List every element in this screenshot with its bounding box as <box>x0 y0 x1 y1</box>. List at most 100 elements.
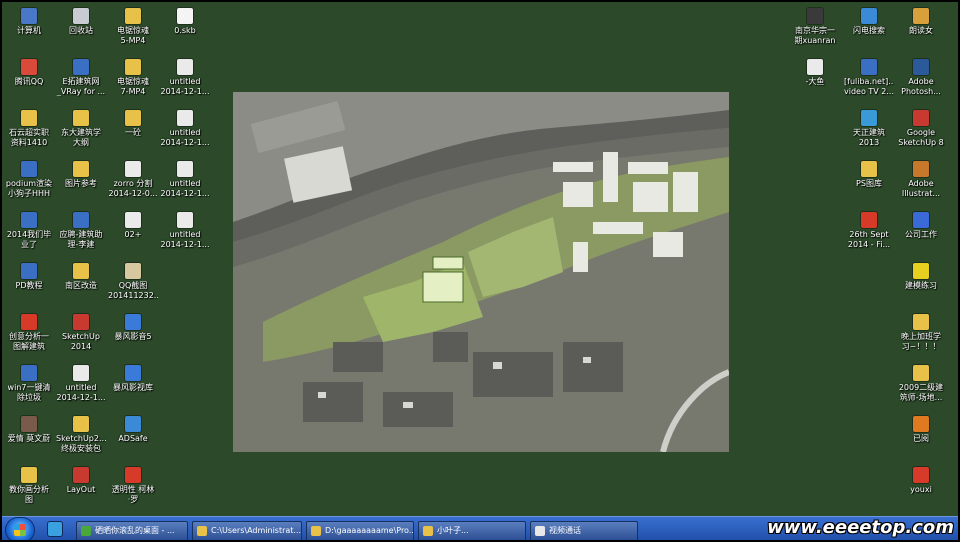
desktop-icon[interactable]: 02+ <box>108 212 158 260</box>
desktop-icon[interactable]: 公司工作 <box>896 212 946 260</box>
desktop-icon[interactable]: 闪电搜索 <box>844 8 894 56</box>
desktop-icon[interactable]: 应聘-建筑助 理-李建 <box>56 212 106 260</box>
taskbar-button[interactable]: 小叶子... <box>418 521 526 541</box>
folder-icon <box>913 365 929 381</box>
desktop-icon[interactable]: 图片参考 <box>56 161 106 209</box>
desktop-icon-label: 02+ <box>124 230 142 239</box>
illustrator-icon <box>913 161 929 177</box>
desktop-icon[interactable]: untitled 2014-12-1... <box>160 212 210 260</box>
desktop-icon-label: 南京华宗一 期xuanran <box>794 26 836 45</box>
desktop-icon[interactable]: win7一键清 除垃圾 <box>4 365 54 413</box>
desktop-icon[interactable]: 暴风影视库 <box>108 365 158 413</box>
desktop-icon[interactable]: 东大建筑学 大纲 <box>56 110 106 158</box>
desktop-icon-label: 已阅 <box>913 434 929 443</box>
desktop-icon-label: SketchUp 2014 <box>62 332 100 351</box>
document-icon <box>21 212 37 228</box>
desktop-icon-label: 闪电搜索 <box>853 26 885 35</box>
desktop-icon[interactable]: 腾讯QQ <box>4 59 54 107</box>
desktop-icon[interactable]: 2014我们毕 业了 <box>4 212 54 260</box>
desktop-icon[interactable]: youxi <box>896 467 946 515</box>
taskbar-button[interactable]: 视频通话 <box>530 521 638 541</box>
desktop-icon[interactable]: untitled 2014-12-1... <box>160 161 210 209</box>
desktop-icon[interactable]: 0.skb <box>160 8 210 56</box>
desktop-icon[interactable]: SketchUp2... 终极安装包 <box>56 416 106 464</box>
folder-icon <box>73 110 89 126</box>
desktop-icon-label: 天正建筑 2013 <box>853 128 885 147</box>
game-icon <box>913 467 929 483</box>
taskbar-button-label: C:\Users\Administrat... <box>211 526 302 535</box>
desktop-icon[interactable]: 晚上加班学 习~！！！ <box>896 314 946 362</box>
desktop-icon-label: 爱情 莫文蔚 <box>7 434 51 443</box>
folder-icon <box>423 526 433 536</box>
desktop-icon[interactable]: Adobe Illustrat... <box>896 161 946 209</box>
desktop-icon[interactable]: untitled 2014-12-1... <box>56 365 106 413</box>
desktop-icon[interactable]: 天正建筑 2013 <box>844 110 894 158</box>
desktop-icon-label: 计算机 <box>17 26 41 35</box>
desktop-icon-label: untitled 2014-12-1... <box>160 77 210 96</box>
desktop-icon[interactable]: 暴风影音5 <box>108 314 158 362</box>
desktop-icon[interactable]: 电锯惊魂 7-MP4 <box>108 59 158 107</box>
windows-logo-icon <box>14 524 26 536</box>
desktop-icon[interactable]: 石云超实职 资料1410 <box>4 110 54 158</box>
desktop-icon[interactable]: 爱情 莫文蔚 <box>4 416 54 464</box>
desktop-icon[interactable]: PS图库 <box>844 161 894 209</box>
desktop-icon-label: 一砼 <box>125 128 141 137</box>
folder-icon <box>861 161 877 177</box>
desktop-icon[interactable]: SketchUp 2014 <box>56 314 106 362</box>
player-icon <box>125 314 141 330</box>
image-icon <box>177 212 193 228</box>
check-icon <box>913 416 929 432</box>
desktop-icon[interactable]: 南区改造 <box>56 263 106 311</box>
taskbar-button[interactable]: C:\Users\Administrat... <box>192 521 302 541</box>
desktop-icon-label: 电锯惊魂 7-MP4 <box>117 77 149 96</box>
desktop-icon[interactable]: zorro 分割 2014-12-0... <box>108 161 158 209</box>
desktop-icon[interactable]: PD教程 <box>4 263 54 311</box>
video-icon <box>861 59 877 75</box>
desktop-icon[interactable]: 电锯惊魂 5-MP4 <box>108 8 158 56</box>
desktop-icon[interactable]: E拓建筑网 _VRay for ... <box>56 59 106 107</box>
desktop-icon[interactable]: 回收站 <box>56 8 106 56</box>
desktop-icon[interactable]: 26th Sept 2014 - Fi... <box>844 212 894 260</box>
desktop-icon[interactable]: -大鱼 <box>790 59 840 107</box>
start-button[interactable] <box>6 518 34 542</box>
desktop-icon[interactable]: 建模练习 <box>896 263 946 311</box>
image-icon <box>177 59 193 75</box>
sketchup-icon <box>913 110 929 126</box>
desktop-icon[interactable]: [fuliba.net]... video TV 2... <box>844 59 894 107</box>
quick-launch-icon[interactable] <box>48 522 62 536</box>
desktop-icon[interactable]: 透明性 柯林 ·罗 <box>108 467 158 515</box>
desktop-icon-label: Adobe Photosh... <box>901 77 941 96</box>
reader-icon <box>913 8 929 24</box>
desktop-icon[interactable]: untitled 2014-12-1... <box>160 110 210 158</box>
desktop-icon[interactable]: 创意分析一 图解建筑 <box>4 314 54 362</box>
desktop-icon[interactable]: untitled 2014-12-1... <box>160 59 210 107</box>
desktop-icon[interactable]: 计算机 <box>4 8 54 56</box>
desktop-icon[interactable]: 南京华宗一 期xuanran <box>790 8 840 56</box>
folder-icon <box>73 263 89 279</box>
desktop-icon[interactable]: Google SketchUp 8 <box>896 110 946 158</box>
taskbar-button[interactable]: 硒晒你滚乱的桌面 - ... <box>76 521 188 541</box>
desktop-icon-label: 创意分析一 图解建筑 <box>9 332 49 351</box>
desktop-icon-label: 石云超实职 资料1410 <box>9 128 49 147</box>
desktop-icon[interactable]: podium渲染 小狗子HHH <box>4 161 54 209</box>
star-icon <box>913 263 929 279</box>
taskbar-button[interactable]: D:\gaaaaaaaame\Pro... <box>306 521 414 541</box>
desktop-icon-label: 建模练习 <box>905 281 937 290</box>
desktop-icon[interactable]: 已阅 <box>896 416 946 464</box>
desktop-icon[interactable]: Adobe Photosh... <box>896 59 946 107</box>
image-icon <box>125 212 141 228</box>
explorer-icon <box>197 526 207 536</box>
file-icon <box>177 8 193 24</box>
desktop-icon[interactable]: 朗读女 <box>896 8 946 56</box>
recycle-bin-icon <box>73 8 89 24</box>
desktop-icon-label: 公司工作 <box>905 230 937 239</box>
desktop-icon[interactable]: 教你画分析 图 <box>4 467 54 515</box>
desktop-icon[interactable]: ADSafe <box>108 416 158 464</box>
desktop-icon[interactable]: 2009二级建 筑师-场地... <box>896 365 946 413</box>
desktop-icon[interactable]: LayOut <box>56 467 106 515</box>
desktop-icon[interactable]: 一砼 <box>108 110 158 158</box>
desktop-icon-label: E拓建筑网 _VRay for ... <box>56 77 106 96</box>
folder-icon <box>73 416 89 432</box>
desktop-icon[interactable]: QQ截图 201411232... <box>108 263 158 311</box>
desktop-icon-label: PS图库 <box>856 179 882 188</box>
